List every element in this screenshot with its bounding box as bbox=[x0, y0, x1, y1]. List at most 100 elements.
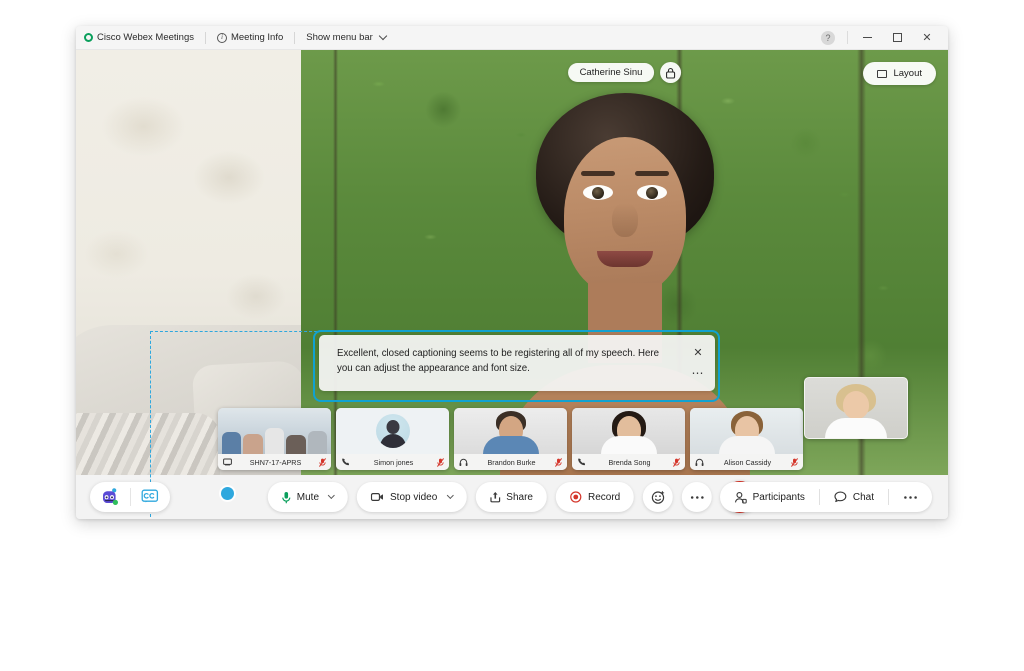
participant-tile[interactable]: Brenda Song bbox=[572, 408, 685, 470]
tile-video bbox=[572, 408, 685, 454]
closed-caption-icon bbox=[141, 489, 159, 503]
webex-logo-icon bbox=[84, 33, 93, 42]
closed-caption-panel[interactable]: Excellent, closed captioning seems to be… bbox=[319, 335, 715, 391]
show-menu-bar-label: Show menu bar bbox=[306, 32, 373, 43]
headset-icon bbox=[459, 458, 468, 467]
chevron-down-icon[interactable] bbox=[327, 491, 336, 500]
app-title: Cisco Webex Meetings bbox=[84, 32, 194, 43]
callout-anchor-dot bbox=[221, 487, 234, 500]
tile-participant-name: Alison Cassidy bbox=[723, 457, 772, 467]
webex-meetings-window: Cisco Webex Meetings Meeting Info Show m… bbox=[76, 26, 948, 519]
caption-more-button[interactable]: ⋯ bbox=[692, 367, 705, 379]
avatar-head bbox=[386, 420, 399, 434]
chevron-down-icon[interactable] bbox=[446, 491, 454, 500]
body-shape bbox=[825, 418, 887, 438]
active-speaker-name: Catherine Sinu bbox=[567, 63, 655, 82]
face-shape bbox=[843, 391, 869, 419]
tile-video bbox=[690, 408, 803, 454]
record-dot-icon bbox=[570, 491, 582, 503]
camera-icon bbox=[371, 493, 384, 502]
stop-video-button[interactable]: Stop video bbox=[357, 482, 467, 512]
nose-shape bbox=[611, 203, 638, 237]
tile-label-bar: Alison Cassidy bbox=[690, 454, 803, 470]
tile-participant-name: Simon jones bbox=[373, 457, 414, 467]
body-shape bbox=[482, 436, 539, 454]
divider bbox=[847, 31, 848, 44]
self-view-thumbnail[interactable] bbox=[804, 377, 908, 439]
chat-button[interactable]: Chat bbox=[820, 482, 888, 512]
caption-actions: ✕ ⋯ bbox=[681, 335, 715, 391]
layout-button[interactable]: Layout bbox=[863, 62, 936, 85]
avatar-body bbox=[379, 434, 406, 448]
primary-controls: Mute Stop video Share Record bbox=[267, 481, 757, 513]
record-button[interactable]: Record bbox=[555, 482, 635, 512]
participant-tile[interactable]: Simon jones bbox=[336, 408, 449, 470]
feedback-button[interactable] bbox=[813, 26, 843, 50]
secondary-controls: Participants Chat bbox=[719, 482, 932, 512]
eye-right bbox=[636, 185, 667, 200]
video-stage: Catherine Sinu Layout Excellent, closed … bbox=[76, 50, 948, 517]
divider bbox=[294, 31, 296, 44]
callout-dashed-region bbox=[150, 331, 322, 517]
close-window-button[interactable]: ✕ bbox=[912, 26, 942, 50]
webex-assistant-button[interactable] bbox=[90, 482, 130, 512]
participants-button[interactable]: Participants bbox=[720, 482, 819, 512]
tile-label-bar: Brandon Burke bbox=[454, 454, 567, 470]
muted-mic-icon bbox=[555, 457, 562, 467]
meeting-info-label: Meeting Info bbox=[230, 32, 284, 43]
participants-label: Participants bbox=[752, 491, 805, 503]
mouth-shape bbox=[596, 251, 653, 267]
share-button[interactable]: Share bbox=[475, 482, 547, 512]
avatar bbox=[375, 414, 410, 448]
share-label: Share bbox=[506, 491, 533, 503]
reactions-button[interactable] bbox=[643, 482, 674, 512]
chat-bubble-icon bbox=[834, 491, 847, 503]
closed-caption-button[interactable] bbox=[131, 482, 171, 512]
more-horizontal-icon bbox=[904, 495, 917, 499]
emoji-smiley-icon bbox=[651, 490, 665, 504]
tile-participant-name: Brenda Song bbox=[608, 457, 651, 467]
lock-icon[interactable] bbox=[660, 62, 682, 83]
muted-mic-icon bbox=[673, 457, 680, 467]
layout-grid-icon bbox=[877, 69, 888, 78]
more-options-button[interactable] bbox=[682, 482, 713, 512]
eyebrow-right bbox=[634, 171, 669, 176]
minimize-button[interactable] bbox=[852, 26, 882, 50]
muted-mic-icon bbox=[437, 457, 444, 467]
headset-icon bbox=[695, 458, 704, 467]
phone-icon bbox=[341, 458, 350, 467]
stop-video-label: Stop video bbox=[390, 491, 438, 503]
show-menu-bar-button[interactable]: Show menu bar bbox=[306, 31, 388, 43]
caption-text: Excellent, closed captioning seems to be… bbox=[337, 348, 660, 374]
record-label: Record bbox=[587, 491, 621, 503]
meeting-info-button[interactable]: Meeting Info bbox=[216, 32, 284, 43]
tile-label-bar: Brenda Song bbox=[572, 454, 685, 470]
muted-mic-icon bbox=[791, 457, 798, 467]
tile-label-bar: Simon jones bbox=[336, 454, 449, 470]
phone-icon bbox=[577, 458, 586, 467]
chevron-down-icon bbox=[378, 31, 388, 41]
divider bbox=[204, 31, 206, 44]
secondary-more-button[interactable] bbox=[889, 482, 932, 512]
feedback-icon bbox=[821, 30, 835, 45]
eye-left bbox=[582, 185, 613, 200]
caption-close-button[interactable]: ✕ bbox=[693, 347, 702, 359]
maximize-button[interactable] bbox=[882, 26, 912, 50]
body-shape bbox=[718, 436, 775, 454]
tile-participant-name: Brandon Burke bbox=[487, 457, 536, 467]
info-circle-icon bbox=[216, 32, 227, 43]
webex-assistant-bot-icon bbox=[102, 488, 118, 505]
layout-label: Layout bbox=[893, 68, 922, 79]
chat-label: Chat bbox=[852, 491, 874, 503]
body-shape bbox=[600, 436, 657, 454]
tile-video bbox=[454, 408, 567, 454]
webex-assistant-widget bbox=[90, 482, 170, 512]
participant-tile[interactable]: Alison Cassidy bbox=[690, 408, 803, 470]
app-title-label: Cisco Webex Meetings bbox=[97, 32, 194, 43]
more-horizontal-icon bbox=[690, 495, 704, 499]
minimize-icon bbox=[862, 37, 872, 38]
share-upload-icon bbox=[489, 492, 500, 503]
participant-tile[interactable]: Brandon Burke bbox=[454, 408, 567, 470]
eyebrow-left bbox=[580, 171, 615, 176]
participants-icon bbox=[734, 491, 747, 504]
